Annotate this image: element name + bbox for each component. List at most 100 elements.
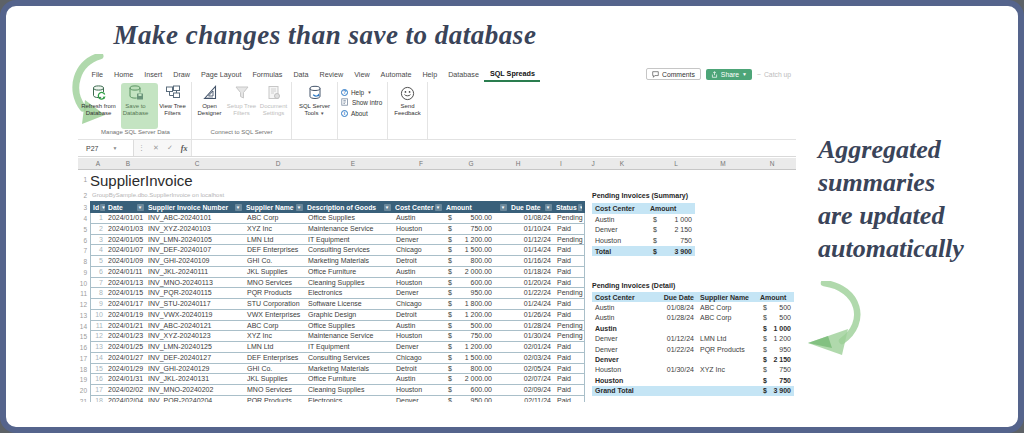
tab-sql-spreads[interactable]: SQL Spreads bbox=[484, 68, 540, 82]
cell-invoice-number[interactable]: INV_DEF-20240127 bbox=[146, 353, 244, 363]
cell-invoice-number[interactable]: INV_DEF-20240107 bbox=[146, 245, 244, 255]
cell-status[interactable]: Paid bbox=[554, 256, 583, 266]
cell-status[interactable]: Paid bbox=[554, 278, 583, 288]
filter-dropdown-icon[interactable]: ▼ bbox=[435, 204, 442, 211]
column-header-E[interactable]: E bbox=[345, 160, 361, 167]
cell-cost-center[interactable]: Detroit bbox=[393, 256, 444, 266]
cell-cost-center[interactable]: Chicago bbox=[393, 299, 444, 309]
column-header-M[interactable]: M bbox=[715, 160, 731, 167]
cell-description[interactable]: IT Equipment bbox=[305, 342, 393, 352]
cell-due-date[interactable]: 01/24/24 bbox=[509, 299, 554, 309]
detail-cost-center[interactable]: Denver bbox=[592, 346, 648, 353]
cell-date[interactable]: 2024/01/27 bbox=[106, 353, 146, 363]
cell-id[interactable]: 3 bbox=[91, 235, 106, 245]
detail-amount[interactable]: $950 bbox=[760, 346, 794, 353]
detail-cost-center[interactable]: Houston bbox=[592, 366, 648, 373]
cell-due-date[interactable]: 01/16/24 bbox=[509, 256, 554, 266]
row-number-14[interactable]: 14 bbox=[78, 323, 87, 330]
catch-up-button[interactable]: ~ Catch up bbox=[757, 71, 791, 78]
column-header-D[interactable]: D bbox=[270, 160, 286, 167]
filter-dropdown-icon[interactable]: ▼ bbox=[545, 204, 552, 211]
cell-cost-center[interactable]: Houston bbox=[393, 278, 444, 288]
cell-id[interactable]: 4 bbox=[91, 245, 106, 255]
cell-cost-center[interactable]: Austin bbox=[393, 321, 444, 331]
cell-amount[interactable]: $950.00 bbox=[444, 288, 509, 298]
cell-description[interactable]: Cleaning Supplies bbox=[305, 385, 393, 395]
cell-id[interactable]: 6 bbox=[91, 267, 106, 277]
cell-date[interactable]: 2024/01/29 bbox=[106, 364, 146, 374]
cell-status[interactable]: Paid bbox=[554, 353, 583, 363]
cell-invoice-number[interactable]: INV_GHI-20240129 bbox=[146, 364, 244, 374]
column-header-F[interactable]: F bbox=[413, 160, 429, 167]
cell-amount[interactable]: $1 800.00 bbox=[444, 299, 509, 309]
sql-server-tools-button[interactable]: SQL Server Tools ▼ bbox=[297, 84, 333, 118]
cell-status[interactable]: Paid bbox=[554, 396, 583, 402]
comments-button[interactable]: Comments bbox=[646, 68, 701, 80]
row-number-18[interactable]: 18 bbox=[78, 366, 87, 373]
cell-supplier-name[interactable]: JKL Supplies bbox=[244, 267, 305, 277]
cell-cost-center[interactable]: Austin bbox=[393, 267, 444, 277]
cell-invoice-number[interactable]: INV_MNO-20240202 bbox=[146, 385, 244, 395]
cell-date[interactable]: 2024/01/21 bbox=[106, 321, 146, 331]
cell-status[interactable]: Paid bbox=[554, 310, 583, 320]
row-number-4[interactable]: 4 bbox=[78, 215, 87, 222]
detail-cost-center[interactable]: Austin bbox=[592, 325, 648, 332]
column-header-C[interactable]: C bbox=[189, 160, 205, 167]
cell-amount[interactable]: $800.00 bbox=[444, 256, 509, 266]
detail-amount[interactable]: $2 150 bbox=[760, 356, 794, 363]
cell-supplier-name[interactable]: ABC Corp bbox=[244, 213, 305, 223]
open-designer-button[interactable]: Open Designer bbox=[194, 84, 225, 118]
cell-status[interactable]: Paid bbox=[554, 267, 583, 277]
row-number-6[interactable]: 6 bbox=[78, 237, 87, 244]
cell-amount[interactable]: $600.00 bbox=[444, 385, 509, 395]
cell-description[interactable]: Office Furniture bbox=[305, 374, 393, 384]
cell-status[interactable]: Pending bbox=[554, 331, 583, 341]
detail-cost-center[interactable]: Austin bbox=[592, 304, 648, 311]
cell-description[interactable]: Maintenance Service bbox=[305, 331, 393, 341]
cell-date[interactable]: 2024/01/23 bbox=[106, 331, 146, 341]
cell-supplier-name[interactable]: GHI Co. bbox=[244, 364, 305, 374]
cell-amount[interactable]: $1 200.00 bbox=[444, 235, 509, 245]
row-number-5[interactable]: 5 bbox=[78, 226, 87, 233]
cell-description[interactable]: Consulting Services bbox=[305, 353, 393, 363]
setup-tree-filters-button[interactable]: Setup Tree Filters bbox=[226, 84, 257, 118]
cell-description[interactable]: Electronics bbox=[305, 396, 393, 402]
about-button[interactable]: i About bbox=[341, 110, 387, 117]
column-header-A[interactable]: A bbox=[90, 160, 106, 167]
show-intro-button[interactable]: Show intro bbox=[341, 98, 387, 107]
tab-page-layout[interactable]: Page Layout bbox=[196, 69, 247, 81]
cell-cost-center[interactable]: Austin bbox=[393, 213, 444, 223]
cell-id[interactable]: 13 bbox=[91, 342, 106, 352]
row-number-11[interactable]: 11 bbox=[78, 290, 87, 297]
cell-id[interactable]: 16 bbox=[91, 374, 106, 384]
cell-status[interactable]: Pending bbox=[554, 321, 583, 331]
cell-description[interactable]: IT Equipment bbox=[305, 235, 393, 245]
cell-cost-center[interactable]: Chicago bbox=[393, 245, 444, 255]
cell-description[interactable]: Office Furniture bbox=[305, 267, 393, 277]
tab-automate[interactable]: Automate bbox=[375, 69, 417, 81]
cell-invoice-number[interactable]: INV_MNO-20240113 bbox=[146, 278, 244, 288]
cell-date[interactable]: 2024/02/04 bbox=[106, 396, 146, 402]
cell-invoice-number[interactable]: INV_ABC-20240121 bbox=[146, 321, 244, 331]
cell-amount[interactable]: $800.00 bbox=[444, 364, 509, 374]
cancel-icon[interactable]: ✕ bbox=[149, 144, 163, 152]
cell-cost-center[interactable]: Houston bbox=[393, 331, 444, 341]
share-button[interactable]: Share ▼ bbox=[706, 69, 752, 80]
document-settings-button[interactable]: Document Settings bbox=[258, 84, 289, 118]
cell-date[interactable]: 2024/01/03 bbox=[106, 224, 146, 234]
cell-due-date[interactable]: 02/05/24 bbox=[509, 364, 554, 374]
column-header-H[interactable]: H bbox=[510, 160, 526, 167]
cell-cost-center[interactable]: Denver bbox=[393, 235, 444, 245]
cell-status[interactable]: Pending bbox=[554, 213, 583, 223]
summary-cost-center[interactable]: Houston bbox=[592, 237, 650, 244]
cell-supplier-name[interactable]: XYZ Inc bbox=[244, 331, 305, 341]
tab-formulas[interactable]: Formulas bbox=[247, 69, 288, 81]
detail-amount[interactable]: $500 bbox=[760, 314, 794, 321]
detail-due-date[interactable]: 01/08/24 bbox=[648, 304, 700, 311]
row-number-9[interactable]: 9 bbox=[78, 269, 87, 276]
detail-due-date[interactable]: 01/28/24 bbox=[648, 314, 700, 321]
cell-description[interactable]: Software License bbox=[305, 299, 393, 309]
cell-supplier-name[interactable]: DEF Enterprises bbox=[244, 245, 305, 255]
column-header-I[interactable]: I bbox=[553, 160, 569, 167]
cell-date[interactable]: 2024/01/15 bbox=[106, 288, 146, 298]
